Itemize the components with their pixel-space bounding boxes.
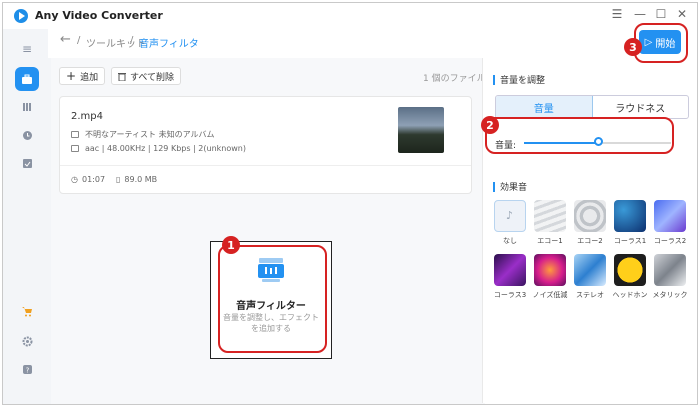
trash-icon xyxy=(118,72,126,81)
annotation-badge-2: 2 xyxy=(481,116,499,134)
settings-panel: 音量を調整 音量 ラウドネス 音量: 効果音 ♪ なし エコー1 エコー2 コーラス1 コ… xyxy=(482,58,694,403)
cart-icon xyxy=(22,306,32,316)
volume-section-heading: 音量を調整 xyxy=(493,73,545,86)
artist-icon xyxy=(71,131,79,138)
delete-all-button[interactable]: すべて削除 xyxy=(111,67,182,85)
clock-icon: ◷ xyxy=(71,175,78,184)
sidebar-item-settings[interactable] xyxy=(15,329,39,353)
effect-tile[interactable] xyxy=(534,254,566,286)
sidebar-item-library[interactable] xyxy=(15,95,39,119)
library-icon xyxy=(23,103,31,111)
sidebar-item-toolkit[interactable] xyxy=(15,67,39,91)
file-size-value: 89.0 MB xyxy=(124,175,158,184)
section-marker xyxy=(493,181,495,192)
effect-tile[interactable] xyxy=(614,254,646,286)
audio-info: aac | 48.00KHz | 129 Kbps | 2(unknown) xyxy=(85,144,246,153)
file-name: 2.mp4 xyxy=(71,111,103,122)
effects-heading: 効果音 xyxy=(500,183,528,193)
effect-tile[interactable] xyxy=(494,254,526,286)
maximize-button[interactable]: ☐ xyxy=(653,7,669,21)
file-count: 1 個のファイル xyxy=(423,74,486,84)
effect-label: コーラス2 xyxy=(653,237,687,245)
breadcrumb-separator: / xyxy=(77,35,81,46)
sidebar: ≡ ? xyxy=(3,29,51,404)
duration: ◷ 01:07 xyxy=(71,175,105,184)
effect-tile[interactable]: ♪ xyxy=(494,200,526,232)
collapse-menu-icon[interactable]: ≡ xyxy=(15,37,39,61)
file-card[interactable]: 2.mp4 不明なアーティスト 未知のアルバム aac | 48.00KHz |… xyxy=(59,96,472,194)
sidebar-item-tasks[interactable] xyxy=(15,151,39,175)
sidebar-item-history[interactable] xyxy=(15,123,39,147)
volume-heading: 音量を調整 xyxy=(500,76,546,86)
tab-loudness[interactable]: ラウドネス xyxy=(593,96,689,118)
card-divider xyxy=(60,165,471,166)
minimize-button[interactable]: — xyxy=(632,7,648,21)
app-logo-icon xyxy=(14,9,28,23)
effect-tile[interactable] xyxy=(534,200,566,232)
delete-all-label: すべて削除 xyxy=(130,72,175,83)
file-icon: ▯ xyxy=(116,175,121,184)
file-artist-row: 不明なアーティスト 未知のアルバム xyxy=(71,129,215,140)
audio-track-icon xyxy=(71,145,79,152)
effect-tile[interactable] xyxy=(654,200,686,232)
effect-tile[interactable] xyxy=(614,200,646,232)
add-button[interactable]: + 追加 xyxy=(59,67,106,85)
annotation-badge-1: 1 xyxy=(222,236,240,254)
section-marker xyxy=(493,74,495,85)
artist-album: 不明なアーティスト 未知のアルバム xyxy=(85,130,215,139)
breadcrumb-current: 音声フィルタ xyxy=(139,39,199,50)
annotation-box-2 xyxy=(485,117,674,154)
breadcrumb-separator: / xyxy=(130,35,134,46)
annotation-badge-3: 3 xyxy=(624,38,642,56)
app-title: Any Video Converter xyxy=(35,9,163,22)
annotation-box-1 xyxy=(218,245,327,353)
back-arrow-icon[interactable]: ← xyxy=(60,32,71,47)
effect-tile[interactable] xyxy=(654,254,686,286)
duration-value: 01:07 xyxy=(81,175,106,184)
breadcrumb-bar: ← / ツールキット / 音声フィルタ ▷ 開始 xyxy=(48,26,694,58)
plus-icon: + xyxy=(66,69,77,83)
menu-icon[interactable]: ☰ xyxy=(609,7,625,21)
effect-label: メタリック xyxy=(652,291,688,299)
annotation-box-3 xyxy=(634,23,688,63)
checklist-icon xyxy=(22,158,32,168)
volume-mode-switch: 音量 ラウドネス xyxy=(495,95,689,119)
sidebar-item-help[interactable]: ? xyxy=(15,357,39,381)
breadcrumb-toolkit[interactable]: ツールキット xyxy=(86,35,146,50)
toolbox-icon xyxy=(22,74,32,84)
music-note-icon: ♪ xyxy=(506,209,514,222)
tab-volume[interactable]: 音量 xyxy=(496,96,593,118)
help-icon: ? xyxy=(22,364,32,374)
effects-section-heading: 効果音 xyxy=(493,180,527,193)
add-button-label: 追加 xyxy=(80,72,99,83)
effect-tile[interactable] xyxy=(574,200,606,232)
file-audio-row: aac | 48.00KHz | 129 Kbps | 2(unknown) xyxy=(71,144,246,153)
sidebar-item-store[interactable] xyxy=(15,299,39,323)
gear-icon xyxy=(22,336,32,346)
svg-text:?: ? xyxy=(25,366,29,374)
file-size: ▯ 89.0 MB xyxy=(116,175,157,184)
clock-icon xyxy=(22,130,32,140)
effect-tile[interactable] xyxy=(574,254,606,286)
close-button[interactable]: ✕ xyxy=(674,7,690,21)
video-thumbnail xyxy=(398,107,444,153)
